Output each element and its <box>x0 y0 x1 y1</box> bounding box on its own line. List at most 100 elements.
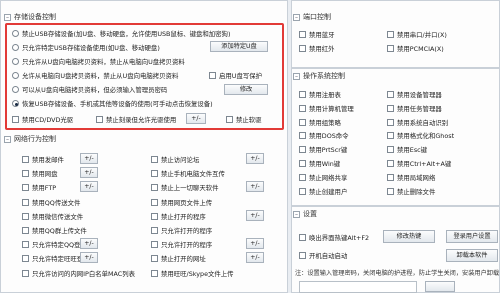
checkbox-icon[interactable] <box>226 116 233 123</box>
network-left-1[interactable]: 禁用网盘 <box>22 169 58 178</box>
storage-option-1[interactable]: 禁止USB存储设备(加U盘、移动硬盘，允许使用USB鼠标、键盘和加密狗) <box>12 29 230 38</box>
checkbox-icon[interactable] <box>299 45 306 52</box>
checkbox-icon[interactable] <box>22 156 29 163</box>
network-left-2-plus-button[interactable]: +/- <box>80 181 98 193</box>
network-left-1-plus-button[interactable]: +/- <box>80 167 98 179</box>
checkbox-icon[interactable] <box>22 255 29 263</box>
modify-password-button[interactable]: 修改 <box>224 84 268 95</box>
os-right-0[interactable]: 禁用设备管理器 <box>387 90 442 99</box>
port-left-1[interactable]: 禁用红外 <box>299 44 335 53</box>
checkbox-icon[interactable] <box>299 146 306 154</box>
os-left-7[interactable]: 禁止创建用户 <box>299 187 347 196</box>
modify-hotkey-button[interactable]: 修改热键 <box>383 230 435 243</box>
disable-floppy-checkbox[interactable]: 禁止软驱 <box>226 115 262 124</box>
checkbox-icon[interactable] <box>151 184 158 192</box>
checkbox-icon[interactable] <box>22 170 29 178</box>
checkbox-icon[interactable] <box>299 252 306 259</box>
network-left-6[interactable]: 只允许特定QQ登录 <box>22 240 87 249</box>
storage-option-5[interactable]: 可以从U盘向电脑拷贝资料，但必须输入管理员密码 <box>12 85 167 94</box>
checkbox-icon[interactable] <box>387 187 394 195</box>
os-left-5[interactable]: 禁用Win键 <box>299 159 340 168</box>
checkbox-icon[interactable] <box>299 187 306 195</box>
checkbox-icon[interactable] <box>22 212 29 220</box>
radio-icon[interactable] <box>12 58 19 65</box>
os-right-3[interactable]: 禁用格式化和Ghost <box>387 131 454 140</box>
network-right-0-plus-button[interactable]: +/- <box>246 153 264 164</box>
checkbox-icon[interactable] <box>387 104 394 112</box>
os-left-3[interactable]: 禁用DOS命令 <box>299 131 349 140</box>
checkbox-icon[interactable] <box>151 212 158 220</box>
disable-burn-checkbox[interactable]: 禁止刻录但允许光驱使用 <box>96 115 176 124</box>
storage-section-header[interactable]: – 存储设备控制 <box>4 12 56 22</box>
network-right-4[interactable]: 禁止打开的程序 <box>151 212 206 221</box>
checkbox-icon[interactable] <box>22 198 29 206</box>
collapse-icon[interactable]: – <box>293 210 300 218</box>
os-left-4[interactable]: 禁用PrtScr键 <box>299 145 347 154</box>
checkbox-icon[interactable] <box>299 132 306 140</box>
collapse-icon[interactable]: – <box>293 13 300 21</box>
collapse-icon[interactable]: – <box>4 135 11 143</box>
checkbox-icon[interactable] <box>299 173 306 181</box>
network-left-0[interactable]: 禁用发邮件 <box>22 155 64 164</box>
checkbox-icon[interactable] <box>299 234 306 241</box>
burn-plus-button[interactable]: +/- <box>186 113 206 124</box>
radio-selected-icon[interactable] <box>12 100 19 107</box>
os-left-0[interactable]: 禁用注册表 <box>299 90 341 99</box>
checkbox-icon[interactable] <box>387 91 394 98</box>
checkbox-icon[interactable] <box>151 241 158 249</box>
checkbox-icon[interactable] <box>387 146 394 154</box>
checkbox-icon[interactable] <box>96 116 103 123</box>
checkbox-icon[interactable] <box>299 31 306 38</box>
network-left-6-plus-button[interactable]: +/- <box>80 238 98 250</box>
network-left-8[interactable]: 只允许访问的内网IP白名单MAC列表 <box>22 269 135 278</box>
port-right-1[interactable]: 禁用PCMCIA(X) <box>387 44 444 53</box>
add-usb-button[interactable]: 添加特定U盘 <box>210 41 268 52</box>
collapse-icon[interactable]: – <box>293 72 300 80</box>
disable-cd-checkbox[interactable]: 禁用CD/DVD光驱 <box>12 115 73 124</box>
network-left-7-plus-button[interactable]: +/- <box>80 252 98 264</box>
checkbox-icon[interactable] <box>387 118 394 126</box>
checkbox-icon[interactable] <box>151 227 158 234</box>
hotkey-checkbox[interactable]: 唤出界面热键Alt+F2 <box>299 233 369 242</box>
network-right-7[interactable]: 禁止打开的网址 <box>151 254 206 263</box>
checkbox-icon[interactable] <box>387 132 394 140</box>
checkbox-icon[interactable] <box>299 91 306 98</box>
network-right-4-plus-button[interactable]: +/- <box>246 209 264 221</box>
checkbox-icon[interactable] <box>151 170 158 178</box>
checkbox-icon[interactable] <box>22 269 29 277</box>
network-right-6-plus-button[interactable]: +/- <box>246 238 264 250</box>
network-right-0[interactable]: 禁止访问论坛 <box>151 155 199 164</box>
uninstall-button[interactable]: 卸载本软件 <box>446 249 498 262</box>
checkbox-icon[interactable] <box>22 184 29 192</box>
checkbox-icon[interactable] <box>151 269 158 277</box>
os-right-7[interactable]: 禁止删除文件 <box>387 187 435 196</box>
network-right-2-plus-button[interactable]: +/- <box>246 181 264 193</box>
os-left-6[interactable]: 禁止网络共享 <box>299 173 347 182</box>
os-section-header[interactable]: – 操作系统控制 <box>293 71 345 81</box>
radio-icon[interactable] <box>12 44 19 51</box>
os-right-6[interactable]: 禁用局域网络 <box>387 173 435 182</box>
bottom-input[interactable] <box>299 281 417 293</box>
storage-option-2[interactable]: 只允许特定USB存储设备使用(如U盘、移动硬盘) <box>12 43 160 52</box>
u-write-protect-checkbox[interactable]: 启用U盘写保护 <box>209 71 262 80</box>
checkbox-icon[interactable] <box>387 173 394 181</box>
storage-option-4[interactable]: 允许从电脑向U盘拷贝资料，禁止从U盘向电脑拷贝资料 <box>12 71 178 80</box>
os-left-2[interactable]: 禁用组策略 <box>299 118 341 127</box>
ports-section-header[interactable]: – 端口控制 <box>293 12 331 22</box>
network-left-0-plus-button[interactable]: +/- <box>80 153 98 164</box>
checkbox-icon[interactable] <box>299 104 306 112</box>
checkbox-icon[interactable] <box>151 156 158 163</box>
port-left-0[interactable]: 禁用蓝牙 <box>299 30 335 39</box>
radio-icon[interactable] <box>12 30 19 37</box>
checkbox-icon[interactable] <box>387 45 394 52</box>
checkbox-icon[interactable] <box>387 160 394 167</box>
os-right-5[interactable]: 禁用Ctrl+Alt+A键 <box>387 159 451 168</box>
network-section-header[interactable]: – 网络行为控制 <box>4 134 56 144</box>
storage-option-6[interactable]: 恢复USB存储设备、手机或其他等设备的使用(可手动点击恢复设备) <box>12 99 213 108</box>
collapse-icon[interactable]: – <box>4 13 11 21</box>
storage-option-3[interactable]: 只允许从U盘向电脑拷贝资料，禁止从电脑向U盘拷贝资料 <box>12 57 185 66</box>
port-right-0[interactable]: 禁用串口/并口(X) <box>387 30 447 39</box>
settings-section-header[interactable]: – 设置 <box>293 209 317 219</box>
os-right-1[interactable]: 禁用任务管理器 <box>387 104 442 113</box>
autostart-checkbox[interactable]: 开机自动启动 <box>299 251 347 260</box>
